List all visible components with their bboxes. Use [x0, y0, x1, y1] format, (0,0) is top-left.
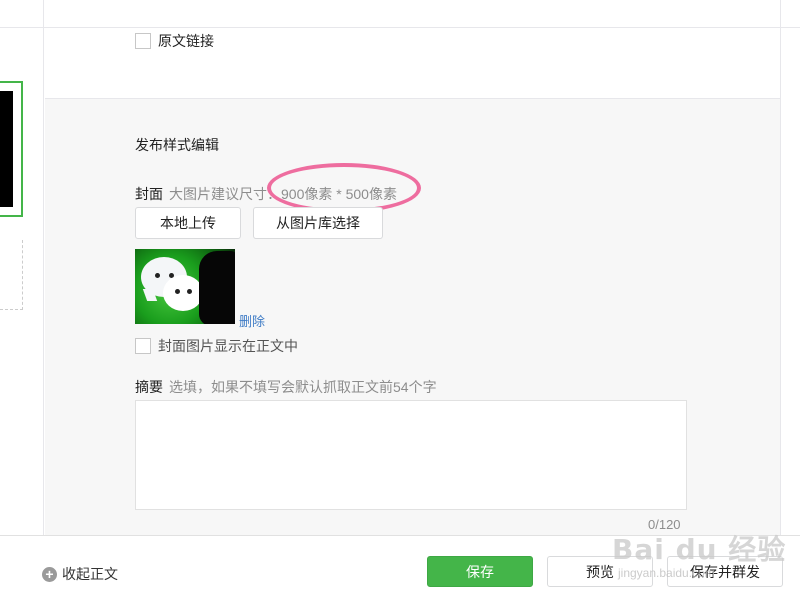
abstract-label: 摘要: [135, 379, 163, 395]
bubble-dot: [175, 289, 180, 294]
show-cover-checkbox[interactable]: [135, 338, 151, 354]
bubble-dot: [155, 273, 160, 278]
baidu-watermark: Bai du 经验: [612, 533, 787, 566]
original-link-option[interactable]: 原文链接: [135, 31, 214, 51]
bubble-dot: [187, 289, 192, 294]
collapse-body-label: 收起正文: [62, 566, 118, 582]
plus-circle-icon: +: [42, 566, 57, 582]
original-link-checkbox[interactable]: [135, 33, 151, 49]
section-title: 发布样式编辑: [135, 137, 219, 153]
choose-from-library-button[interactable]: 从图片库选择: [253, 207, 383, 239]
abstract-textarea[interactable]: [135, 400, 687, 510]
local-upload-button[interactable]: 本地上传: [135, 207, 241, 239]
add-article-placeholder[interactable]: [0, 240, 23, 310]
baidu-watermark-url: jingyan.baidu.com: [618, 566, 715, 580]
person-silhouette: [199, 251, 235, 324]
abstract-label-row: 摘要 选填，如果不填写会默认抓取正文前54个字: [135, 377, 437, 397]
right-divider: [780, 0, 781, 535]
selected-article-thumbnail[interactable]: [0, 81, 23, 217]
top-divider: [0, 27, 800, 28]
show-cover-in-body-option[interactable]: 封面图片显示在正文中: [135, 336, 298, 356]
cover-label: 封面: [135, 186, 163, 202]
annotation-ellipse: [267, 163, 421, 213]
thumbnail-image: [0, 91, 13, 207]
wechat-bubble-small: [163, 275, 203, 311]
save-button[interactable]: 保存: [427, 556, 533, 587]
show-cover-label: 封面图片显示在正文中: [158, 338, 298, 354]
original-link-label: 原文链接: [158, 33, 214, 49]
abstract-hint: 选填，如果不填写会默认抓取正文前54个字: [169, 379, 437, 395]
delete-cover-link[interactable]: 删除: [239, 311, 265, 330]
collapse-body-toggle[interactable]: + 收起正文: [42, 564, 118, 584]
cover-image-preview: [135, 249, 235, 324]
